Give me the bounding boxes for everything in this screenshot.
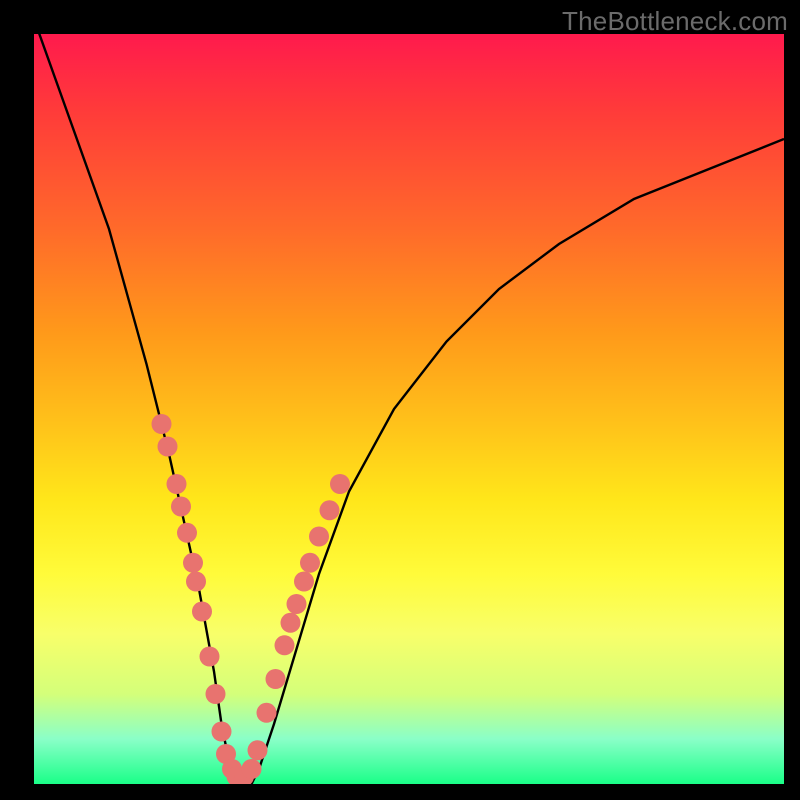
chart-svg (34, 34, 784, 784)
scatter-dots (152, 414, 351, 784)
scatter-dot (171, 497, 191, 517)
bottleneck-curve (34, 34, 784, 784)
scatter-dot (266, 669, 286, 689)
scatter-dot (167, 474, 187, 494)
scatter-dot (206, 684, 226, 704)
scatter-dot (300, 553, 320, 573)
scatter-dot (275, 635, 295, 655)
scatter-dot (294, 572, 314, 592)
scatter-dot (200, 647, 220, 667)
plot-area (34, 34, 784, 784)
scatter-dot (158, 437, 178, 457)
scatter-dot (177, 523, 197, 543)
watermark-text: TheBottleneck.com (562, 6, 788, 37)
scatter-dot (281, 613, 301, 633)
scatter-dot (257, 703, 277, 723)
scatter-dot (242, 759, 262, 779)
scatter-dot (309, 527, 329, 547)
scatter-dot (152, 414, 172, 434)
outer-frame: TheBottleneck.com (0, 0, 800, 800)
scatter-dot (186, 572, 206, 592)
scatter-dot (330, 474, 350, 494)
scatter-dot (248, 740, 268, 760)
scatter-dot (287, 594, 307, 614)
scatter-dot (192, 602, 212, 622)
scatter-dot (320, 500, 340, 520)
scatter-dot (212, 722, 232, 742)
scatter-dot (183, 553, 203, 573)
